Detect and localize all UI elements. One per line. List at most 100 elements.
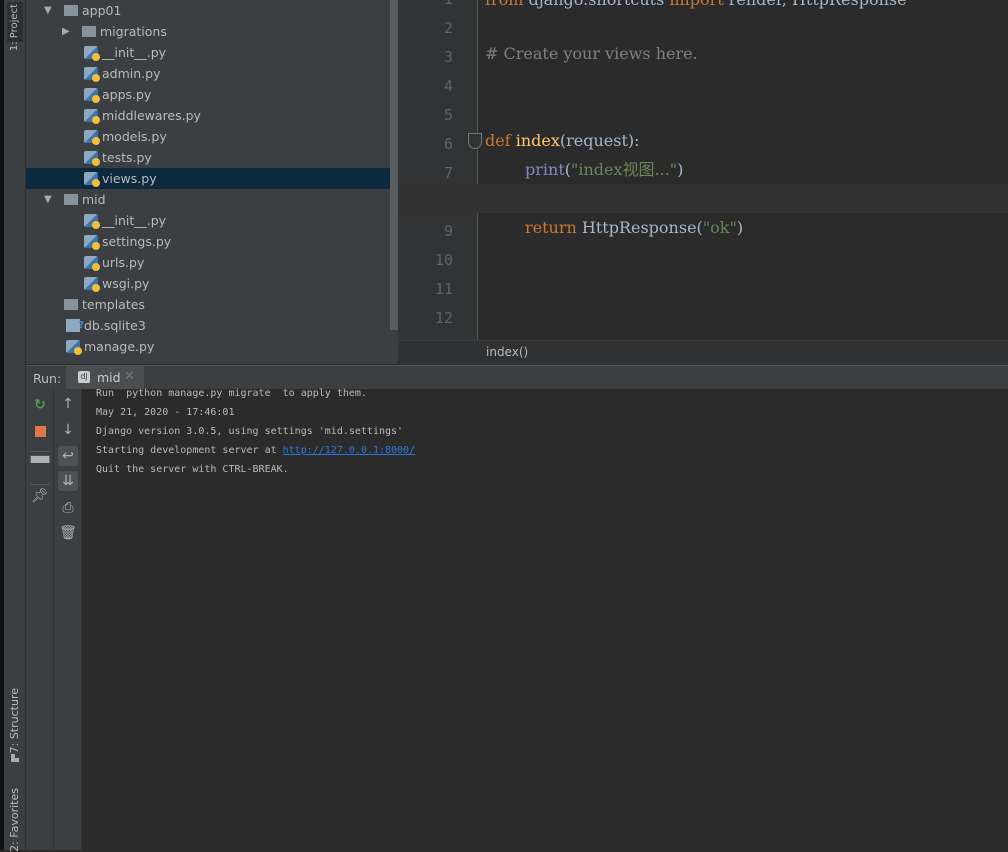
chevron-right-icon[interactable]: ▶ xyxy=(62,21,70,42)
python-file-icon xyxy=(84,214,100,229)
django-icon: dj xyxy=(78,371,90,383)
structure-tool-button[interactable]: 7: Structure xyxy=(8,688,21,753)
kw-from: from xyxy=(485,0,523,9)
line-number: 10 xyxy=(434,251,453,269)
console-line: Django version 3.0.5, using settings 'mi… xyxy=(96,426,404,437)
fold-icon[interactable] xyxy=(468,133,482,149)
favorites-tool-button[interactable]: 2: Favorites xyxy=(8,788,21,852)
tool-window-stripe: 1: Project 7: Structure 2: Favorites xyxy=(4,0,26,852)
tree-item[interactable]: __init__.py xyxy=(26,42,390,63)
python-file-icon xyxy=(84,235,100,250)
line-number: 4 xyxy=(443,77,453,95)
kw-return: return xyxy=(525,218,577,237)
stop-button[interactable] xyxy=(30,421,50,441)
tree-item[interactable]: wsgi.py xyxy=(26,273,390,294)
console-line: Run python manage.py migrate to apply th… xyxy=(96,388,367,399)
chevron-down-icon[interactable]: ▼ xyxy=(44,0,52,21)
tree-item[interactable]: __init__.py xyxy=(26,210,390,231)
function-name: index xyxy=(510,131,560,150)
folder-icon xyxy=(82,26,96,37)
structure-icon xyxy=(11,754,19,762)
tree-item-label: db.sqlite3 xyxy=(84,318,146,333)
tree-item-label: models.py xyxy=(102,129,167,144)
import-names: render, HttpResponse xyxy=(724,0,907,9)
tree-item[interactable]: middlewares.py xyxy=(26,105,390,126)
line-number: 9 xyxy=(443,222,453,240)
tree-item-label: app01 xyxy=(82,3,122,18)
paren: ) xyxy=(736,218,744,237)
tree-item[interactable]: models.py xyxy=(26,126,390,147)
tree-item[interactable]: settings.py xyxy=(26,231,390,252)
tree-item-label: middlewares.py xyxy=(102,108,201,123)
tree-item[interactable]: ▼ mid xyxy=(26,189,390,210)
line-number: 6 xyxy=(443,135,453,153)
chevron-down-icon[interactable]: ▼ xyxy=(44,189,52,210)
pin-icon[interactable]: 📌︎ xyxy=(30,486,50,506)
console-line: May 21, 2020 - 17:46:01 xyxy=(96,407,235,418)
run-label: Run: xyxy=(33,371,62,386)
string-literal: "ok" xyxy=(702,218,737,237)
console-text: Starting development server at xyxy=(96,445,283,456)
close-icon[interactable]: ✕ xyxy=(124,369,135,384)
line-number: 11 xyxy=(434,280,453,298)
code-editor[interactable]: from django.shortcuts import render, Htt… xyxy=(478,0,1008,340)
divider xyxy=(30,484,50,485)
up-arrow-icon[interactable]: ↑ xyxy=(58,394,78,414)
tree-item[interactable]: ▼ app01 xyxy=(26,0,390,21)
tree-item[interactable]: apps.py xyxy=(26,84,390,105)
down-arrow-icon[interactable]: ↓ xyxy=(58,420,78,440)
python-file-icon xyxy=(66,340,82,355)
tree-item[interactable]: views.py xyxy=(26,168,390,189)
folder-icon xyxy=(64,299,78,310)
python-file-icon xyxy=(84,46,100,61)
module-name: django.shortcuts xyxy=(523,0,669,9)
tree-item[interactable]: ? db.sqlite3 xyxy=(26,315,390,336)
breadcrumb-item[interactable]: index() xyxy=(486,345,528,359)
tree-item[interactable]: templates xyxy=(26,294,390,315)
line-number: 1 xyxy=(398,0,453,14)
python-file-icon xyxy=(84,130,100,145)
kw-import: import xyxy=(669,0,723,9)
tree-scrollbar[interactable] xyxy=(390,0,398,330)
trash-icon[interactable]: 🗑︎ xyxy=(58,523,78,543)
tree-item-label: __init__.py xyxy=(102,213,167,228)
python-file-icon xyxy=(84,67,100,82)
project-tool-label: 1: Project xyxy=(9,4,20,52)
folder-icon xyxy=(64,5,78,16)
line-number: 3 xyxy=(443,48,453,66)
tree-item-label: apps.py xyxy=(102,87,152,102)
tree-item[interactable]: ▶ migrations xyxy=(26,21,390,42)
paren: ) xyxy=(677,160,684,179)
line-number: 2 xyxy=(443,19,453,37)
console-output[interactable]: Run python manage.py migrate to apply th… xyxy=(82,388,1008,850)
run-toolbar-secondary: ↑ ↓ ↩ ⇊ ⎙ 🗑︎ xyxy=(54,389,82,850)
tree-item[interactable]: manage.py xyxy=(26,336,390,357)
call: HttpResponse( xyxy=(576,218,703,237)
run-tab-label: mid xyxy=(97,370,121,385)
project-tool-button[interactable]: 1: Project xyxy=(7,2,23,51)
project-tree: ▼ app01 ▶ migrations __init__.py admin.py apps… xyxy=(26,0,398,364)
string-literal: "index视图..." xyxy=(571,160,678,179)
tree-item-label: templates xyxy=(82,297,145,312)
scroll-to-end-icon[interactable]: ⇊ xyxy=(58,471,78,491)
builtin-print: print xyxy=(525,160,565,179)
rerun-icon[interactable]: ↻ xyxy=(30,395,50,415)
line-number: 5 xyxy=(443,106,453,124)
print-icon[interactable]: ⎙ xyxy=(58,498,78,518)
tree-item-label: wsgi.py xyxy=(102,276,150,291)
code-line-9: return HttpResponse("ok") xyxy=(525,213,743,242)
divider xyxy=(30,451,50,452)
python-file-icon xyxy=(84,109,100,124)
tree-item[interactable]: urls.py xyxy=(26,252,390,273)
breadcrumb-bar: index() xyxy=(398,340,1008,365)
code-line-6: def index(request): xyxy=(485,126,640,155)
tree-item[interactable]: admin.py xyxy=(26,63,390,84)
code-line-7: print("index视图...") xyxy=(525,155,683,184)
line-number: 12 xyxy=(434,309,453,327)
tree-item-label: __init__.py xyxy=(102,45,167,60)
server-url-link[interactable]: http://127.0.0.1:8000/ xyxy=(283,445,415,456)
tree-item[interactable]: tests.py xyxy=(26,147,390,168)
layout-icon[interactable]: ▀▀ xyxy=(30,453,50,473)
tree-item-label: tests.py xyxy=(102,150,152,165)
soft-wrap-icon[interactable]: ↩ xyxy=(58,446,78,466)
